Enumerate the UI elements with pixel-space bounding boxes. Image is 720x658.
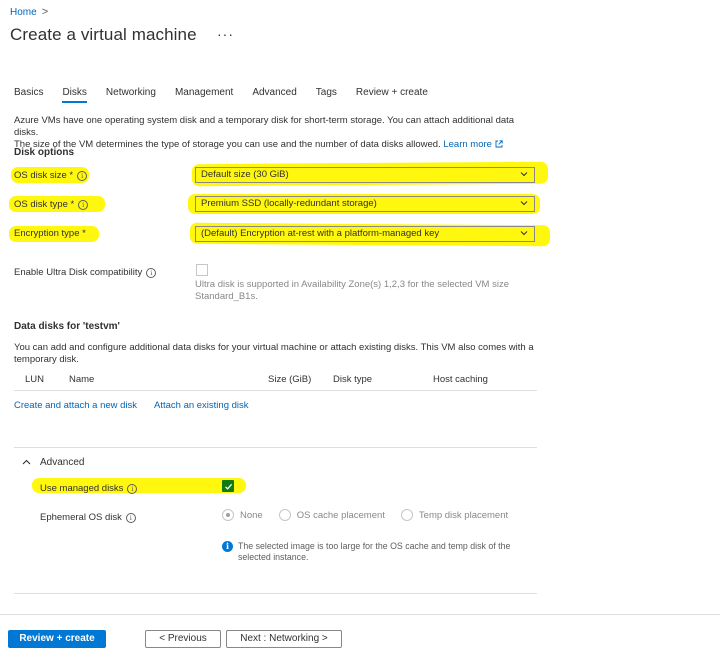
radio-os-cache-label: OS cache placement [296,509,385,521]
ephemeral-info-message: The selected image is too large for the … [238,541,511,562]
data-disks-table-header: LUN Name Size (GiB) Disk type Host cachi… [14,374,537,391]
chevron-down-icon [520,201,528,206]
tab-management[interactable]: Management [175,87,233,102]
footer-divider [0,614,720,615]
section-divider [14,447,537,448]
os-disk-type-value: Premium SSD (locally-redundant storage) [201,198,377,209]
column-disk-type[interactable]: Disk type [333,374,372,385]
ultra-disk-checkbox[interactable] [196,264,208,276]
advanced-toggle[interactable]: Advanced [22,457,84,468]
radio-none[interactable] [222,509,234,521]
radio-os-cache[interactable] [278,509,291,521]
encryption-type-dropdown[interactable]: (Default) Encryption at-rest with a plat… [195,226,535,242]
intro-line-2: The size of the VM determines the type o… [14,139,539,151]
os-disk-size-label: OS disk size * i [14,170,88,181]
column-lun[interactable]: LUN [25,374,44,385]
disk-options-heading: Disk options [14,147,75,158]
next-networking-button[interactable]: Next : Networking > [226,630,342,648]
attach-existing-disk-link[interactable]: Attach an existing disk [154,400,249,411]
section-divider-bottom [14,593,537,594]
intro-line-1: Azure VMs have one operating system disk… [14,115,515,138]
intro-text: Azure VMs have one operating system disk… [14,115,539,151]
external-link-icon [495,140,503,148]
data-disks-description: You can add and configure additional dat… [14,342,534,365]
tab-networking[interactable]: Networking [106,87,156,102]
tab-review-create[interactable]: Review + create [356,87,428,102]
ultra-disk-label: Enable Ultra Disk compatibility i [14,267,157,278]
info-icon[interactable]: i [125,512,136,523]
page-title: Create a virtual machine [10,25,197,44]
tab-advanced[interactable]: Advanced [252,87,296,102]
os-disk-size-value: Default size (30 GiB) [201,169,289,180]
breadcrumb-home[interactable]: Home [10,7,37,18]
encryption-type-value: (Default) Encryption at-rest with a plat… [201,228,440,239]
breadcrumb: Home > [10,6,48,18]
column-host-caching[interactable]: Host caching [433,374,488,385]
radio-none-label: None [240,509,263,521]
managed-disks-checkbox[interactable] [222,480,234,492]
tab-disks[interactable]: Disks [62,87,88,103]
tab-tags[interactable]: Tags [316,87,337,102]
encryption-type-label: Encryption type * [14,228,86,239]
learn-more-link[interactable]: Learn more [443,139,492,150]
breadcrumb-separator: > [41,6,49,18]
info-circle-icon: i [222,541,233,552]
column-size[interactable]: Size (GiB) [268,374,311,385]
info-icon[interactable]: i [78,199,89,210]
ultra-disk-note: Ultra disk is supported in Availability … [195,279,509,302]
os-disk-type-dropdown[interactable]: Premium SSD (locally-redundant storage) [195,196,535,212]
os-disk-size-dropdown[interactable]: Default size (30 GiB) [195,167,535,183]
chevron-down-icon [520,231,528,236]
ephemeral-radio-group: None OS cache placement Temp disk placem… [222,509,508,521]
os-disk-type-label: OS disk type * i [14,199,89,210]
ephemeral-os-disk-label: Ephemeral OS disk i [40,512,136,523]
column-name[interactable]: Name [69,374,94,385]
tab-bar: Basics Disks Networking Management Advan… [14,87,447,103]
more-options-button[interactable]: ··· [217,26,234,42]
info-icon[interactable]: i [146,267,157,278]
previous-button[interactable]: < Previous [145,630,221,648]
checkmark-icon [224,483,232,490]
tab-basics[interactable]: Basics [14,87,43,102]
create-attach-disk-link[interactable]: Create and attach a new disk [14,400,137,411]
advanced-heading: Advanced [40,457,85,468]
info-icon[interactable]: i [127,483,138,494]
chevron-down-icon [520,172,528,177]
radio-temp-disk-label: Temp disk placement [418,509,509,521]
data-disks-heading: Data disks for 'testvm' [14,321,120,332]
chevron-up-icon [22,459,31,465]
radio-temp-disk[interactable] [400,509,413,521]
review-create-button[interactable]: Review + create [8,630,106,648]
managed-disks-label: Use managed disks i [40,483,138,494]
info-icon[interactable]: i [77,170,88,181]
